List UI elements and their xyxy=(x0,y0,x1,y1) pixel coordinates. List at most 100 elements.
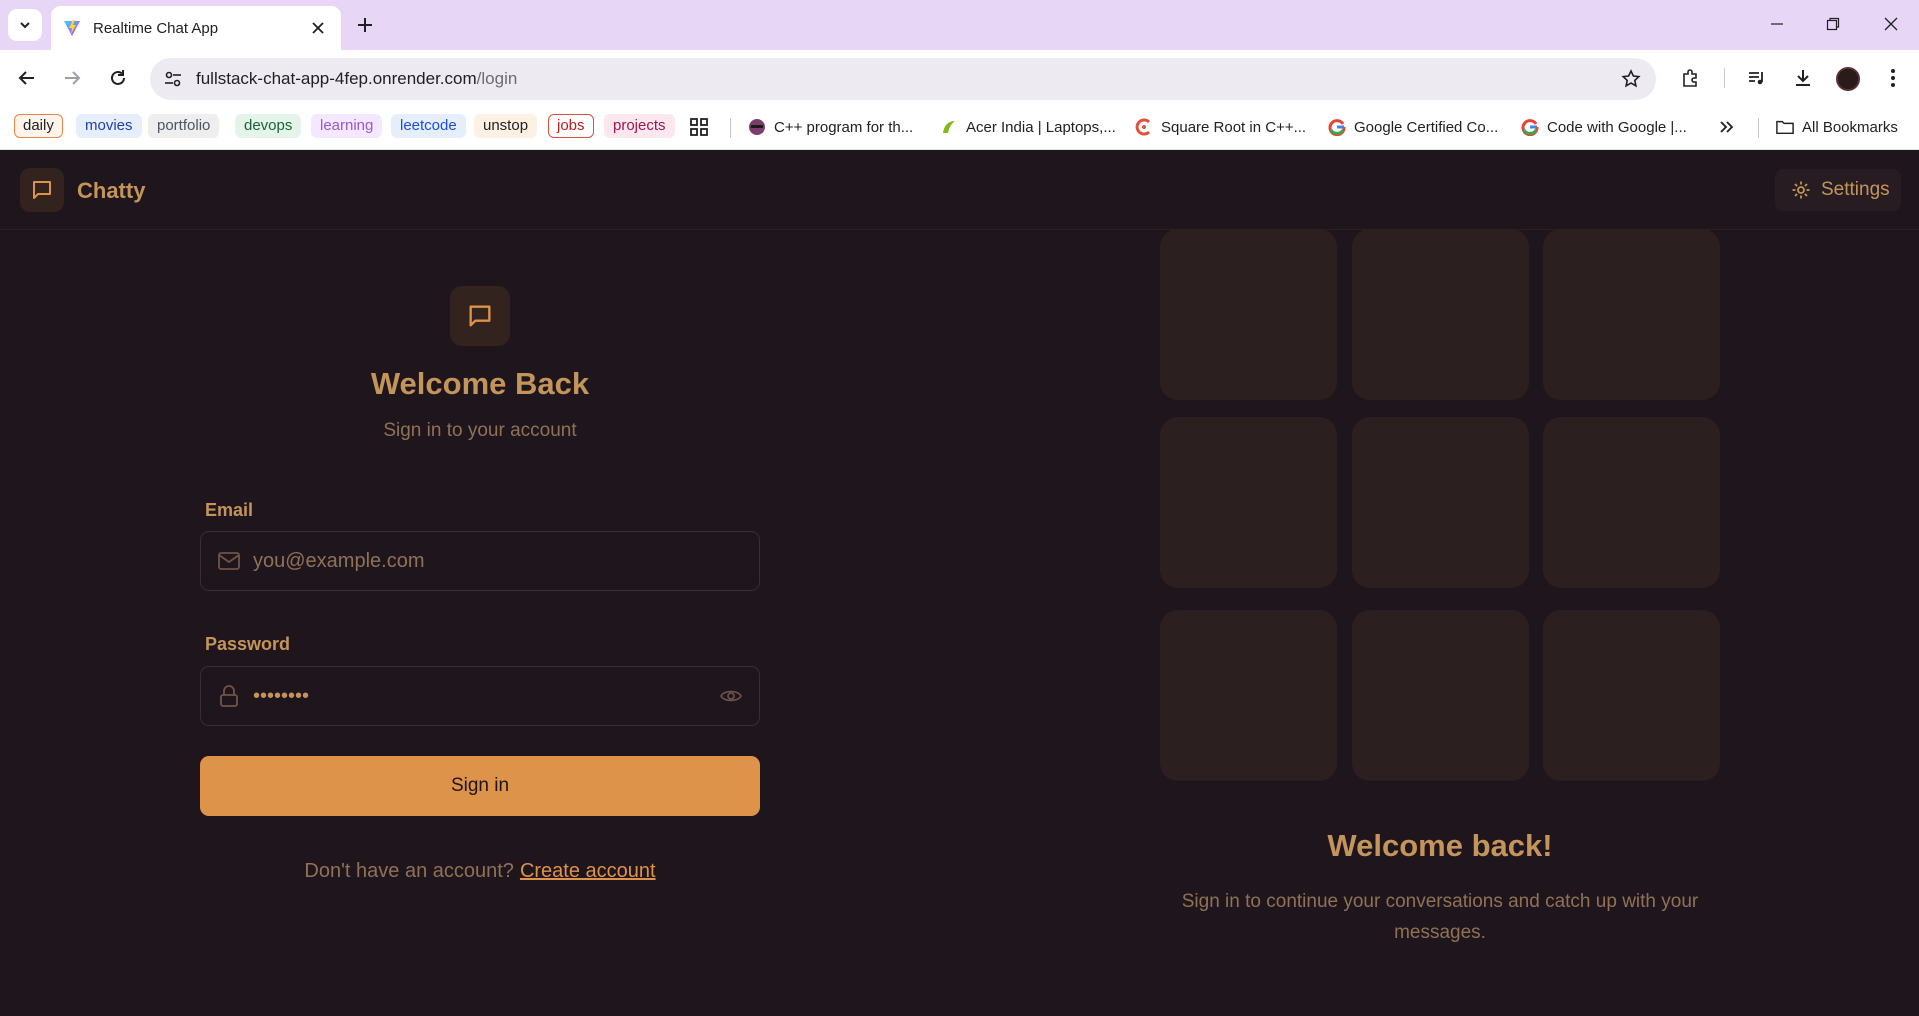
bookmarks-divider xyxy=(730,118,731,138)
minimize-icon xyxy=(1771,23,1783,25)
back-button[interactable] xyxy=(12,63,42,93)
restore-icon xyxy=(1826,17,1840,31)
grid-tile xyxy=(1160,417,1337,588)
bookmark-star-button[interactable] xyxy=(1616,64,1646,94)
bookmark-code-with-google[interactable]: Code with Google |... xyxy=(1521,115,1687,139)
reload-button[interactable] xyxy=(103,63,133,93)
site-info-button[interactable] xyxy=(158,64,188,94)
sign-in-button[interactable]: Sign in xyxy=(200,756,760,816)
reload-icon xyxy=(111,70,125,85)
bookmark-acer-india[interactable]: Acer India | Laptops,... xyxy=(940,115,1116,139)
settings-button[interactable]: Settings xyxy=(1775,169,1901,211)
message-square-icon xyxy=(469,305,491,327)
bookmark-label: Acer India | Laptops,... xyxy=(966,118,1116,136)
grid-tile xyxy=(1352,417,1529,588)
bookmark-folder-devops[interactable]: devops xyxy=(235,114,302,138)
grid-tile xyxy=(1543,417,1720,588)
message-square-icon xyxy=(33,181,51,199)
bookmarks-divider xyxy=(1758,118,1759,138)
tab-close-button[interactable] xyxy=(307,17,329,39)
more-vertical-icon xyxy=(1891,69,1895,87)
new-tab-button[interactable] xyxy=(352,12,378,38)
bookmark-folder-unstop[interactable]: unstop xyxy=(474,114,538,138)
login-title: Welcome Back xyxy=(370,366,590,401)
app-logo[interactable] xyxy=(20,168,64,212)
star-icon xyxy=(1621,69,1641,88)
bookmark-label: Code with Google |... xyxy=(1547,118,1687,136)
acer-favicon-icon xyxy=(940,118,958,136)
close-icon xyxy=(1884,17,1898,31)
hero-title: Welcome back! xyxy=(1327,828,1553,863)
more-bookmarks-button[interactable] xyxy=(1718,115,1734,139)
google-favicon-icon xyxy=(1521,118,1539,136)
lock-icon xyxy=(215,682,243,710)
bookmark-label: Square Root in C++... xyxy=(1161,118,1307,136)
bookmark-label: Google Certified Co... xyxy=(1354,118,1499,136)
scaler-favicon-icon xyxy=(1135,118,1153,136)
forward-button[interactable] xyxy=(57,63,87,93)
grid-tile xyxy=(1160,610,1337,781)
password-label: Password xyxy=(205,634,291,654)
chevron-down-icon xyxy=(20,22,30,29)
url-host: fullstack-chat-app-4fep.onrender.com xyxy=(196,69,477,88)
all-bookmarks-button[interactable]: All Bookmarks xyxy=(1776,115,1898,139)
profile-avatar[interactable] xyxy=(1836,67,1860,91)
bookmark-folder-movies[interactable]: movies xyxy=(76,114,142,138)
app-header: Chatty Settings xyxy=(0,150,1919,230)
eye-icon[interactable] xyxy=(717,682,745,710)
create-account-link[interactable]: Create account xyxy=(520,860,656,882)
vite-favicon-icon xyxy=(64,20,80,36)
restore-button[interactable] xyxy=(1810,10,1856,38)
password-field[interactable] xyxy=(200,666,760,726)
tab-search-button[interactable] xyxy=(8,9,42,41)
puzzle-icon xyxy=(1683,69,1697,87)
browser-tab-bar: Realtime Chat App xyxy=(0,0,1919,50)
address-bar[interactable]: fullstack-chat-app-4fep.onrender.com/log… xyxy=(150,58,1656,100)
tune-icon xyxy=(165,71,181,87)
bookmark-folder-jobs[interactable]: jobs xyxy=(548,114,594,138)
hero-subtitle: Sign in to continue your conversations a… xyxy=(1181,891,1699,943)
google-favicon-icon xyxy=(1328,118,1346,136)
apps-grid-icon xyxy=(690,118,708,136)
browser-menu-button[interactable] xyxy=(1878,63,1908,93)
bookmark-cpp-program[interactable]: C++ program for th... xyxy=(748,115,913,139)
arrow-left-icon xyxy=(18,71,34,85)
bookmark-square-root-cpp[interactable]: Square Root in C++... xyxy=(1135,115,1306,139)
browser-tab[interactable]: Realtime Chat App xyxy=(51,6,341,50)
no-account-text: Don't have an account? xyxy=(304,860,514,882)
grid-tile xyxy=(1352,229,1529,400)
email-input[interactable] xyxy=(253,549,759,573)
decorative-grid xyxy=(1160,229,1722,786)
mail-icon xyxy=(215,547,243,575)
bookmark-folder-learning[interactable]: learning xyxy=(311,114,383,138)
browser-toolbar: fullstack-chat-app-4fep.onrender.com/log… xyxy=(0,50,1919,106)
bookmark-google-certified[interactable]: Google Certified Co... xyxy=(1328,115,1498,139)
close-window-button[interactable] xyxy=(1868,10,1914,38)
bookmark-folder-projects[interactable]: projects xyxy=(604,114,675,138)
media-control-button[interactable] xyxy=(1742,63,1772,93)
download-icon xyxy=(1796,70,1810,86)
grid-tile xyxy=(1543,229,1720,400)
password-input[interactable] xyxy=(253,684,717,708)
url-text: fullstack-chat-app-4fep.onrender.com/log… xyxy=(196,69,1616,89)
settings-label: Settings xyxy=(1821,179,1890,200)
apps-button[interactable] xyxy=(690,115,708,139)
email-field[interactable] xyxy=(200,531,760,591)
all-bookmarks-label: All Bookmarks xyxy=(1802,118,1898,136)
minimize-button[interactable] xyxy=(1754,10,1800,38)
brand-name[interactable]: Chatty xyxy=(77,178,145,204)
downloads-button[interactable] xyxy=(1788,63,1818,93)
toolbar-divider xyxy=(1724,68,1725,88)
grid-tile xyxy=(1160,229,1337,400)
no-account-row: Don't have an account? Create account xyxy=(200,860,760,883)
close-icon xyxy=(312,22,324,34)
bookmark-folder-leetcode[interactable]: leetcode xyxy=(391,114,466,138)
bookmark-folder-portfolio[interactable]: portfolio xyxy=(148,114,220,138)
extensions-button[interactable] xyxy=(1676,63,1706,93)
double-chevron-right-icon xyxy=(1720,121,1734,133)
folder-icon xyxy=(1776,118,1794,136)
login-subtitle: Sign in to your account xyxy=(383,420,577,441)
bookmark-folder-daily[interactable]: daily xyxy=(14,114,63,138)
gear-icon xyxy=(1792,181,1810,199)
login-logo xyxy=(450,286,510,346)
